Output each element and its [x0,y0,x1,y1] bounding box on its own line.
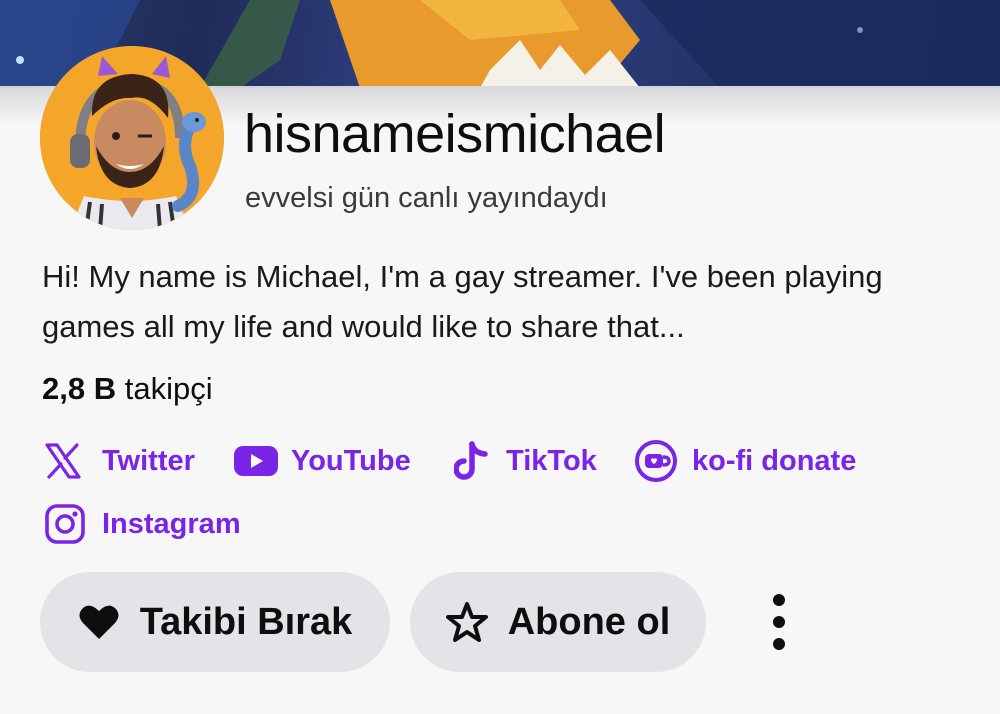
channel-avatar[interactable] [40,46,224,230]
follower-count: 2,8 B takipçi [42,369,213,409]
link-kofi[interactable]: ko-fi donate [634,438,856,484]
link-instagram[interactable]: Instagram [44,501,241,547]
subscribe-button[interactable]: Abone ol [410,572,706,672]
last-live-status: evvelsi gün canlı yayındaydı [245,182,608,214]
unfollow-button[interactable]: Takibi Bırak [40,572,390,672]
youtube-icon [233,438,279,484]
more-dot [773,638,785,650]
subscribe-button-label: Abone ol [507,600,671,643]
more-dot [773,616,785,628]
follower-count-value: 2,8 B [42,371,117,406]
more-options-button[interactable] [754,590,804,654]
link-youtube-label: YouTube [291,444,411,477]
more-dot [773,594,785,606]
link-kofi-label: ko-fi donate [692,444,857,477]
channel-name: hisnameismichael [244,104,666,164]
follower-count-label: takipçi [124,371,213,406]
star-icon [445,601,488,643]
link-twitter-label: Twitter [102,444,195,477]
link-twitter[interactable]: Twitter [44,438,195,484]
link-tiktok[interactable]: TikTok [454,438,597,484]
link-instagram-label: Instagram [102,507,241,540]
channel-bio: Hi! My name is Michael, I'm a gay stream… [42,259,883,344]
instagram-icon [44,501,90,547]
x-icon [44,438,90,484]
link-tiktok-label: TikTok [506,444,597,477]
unfollow-button-label: Takibi Bırak [139,600,353,643]
heart-icon [78,601,120,643]
link-youtube[interactable]: YouTube [233,438,411,484]
kofi-icon [634,438,680,484]
tiktok-icon [454,438,490,484]
